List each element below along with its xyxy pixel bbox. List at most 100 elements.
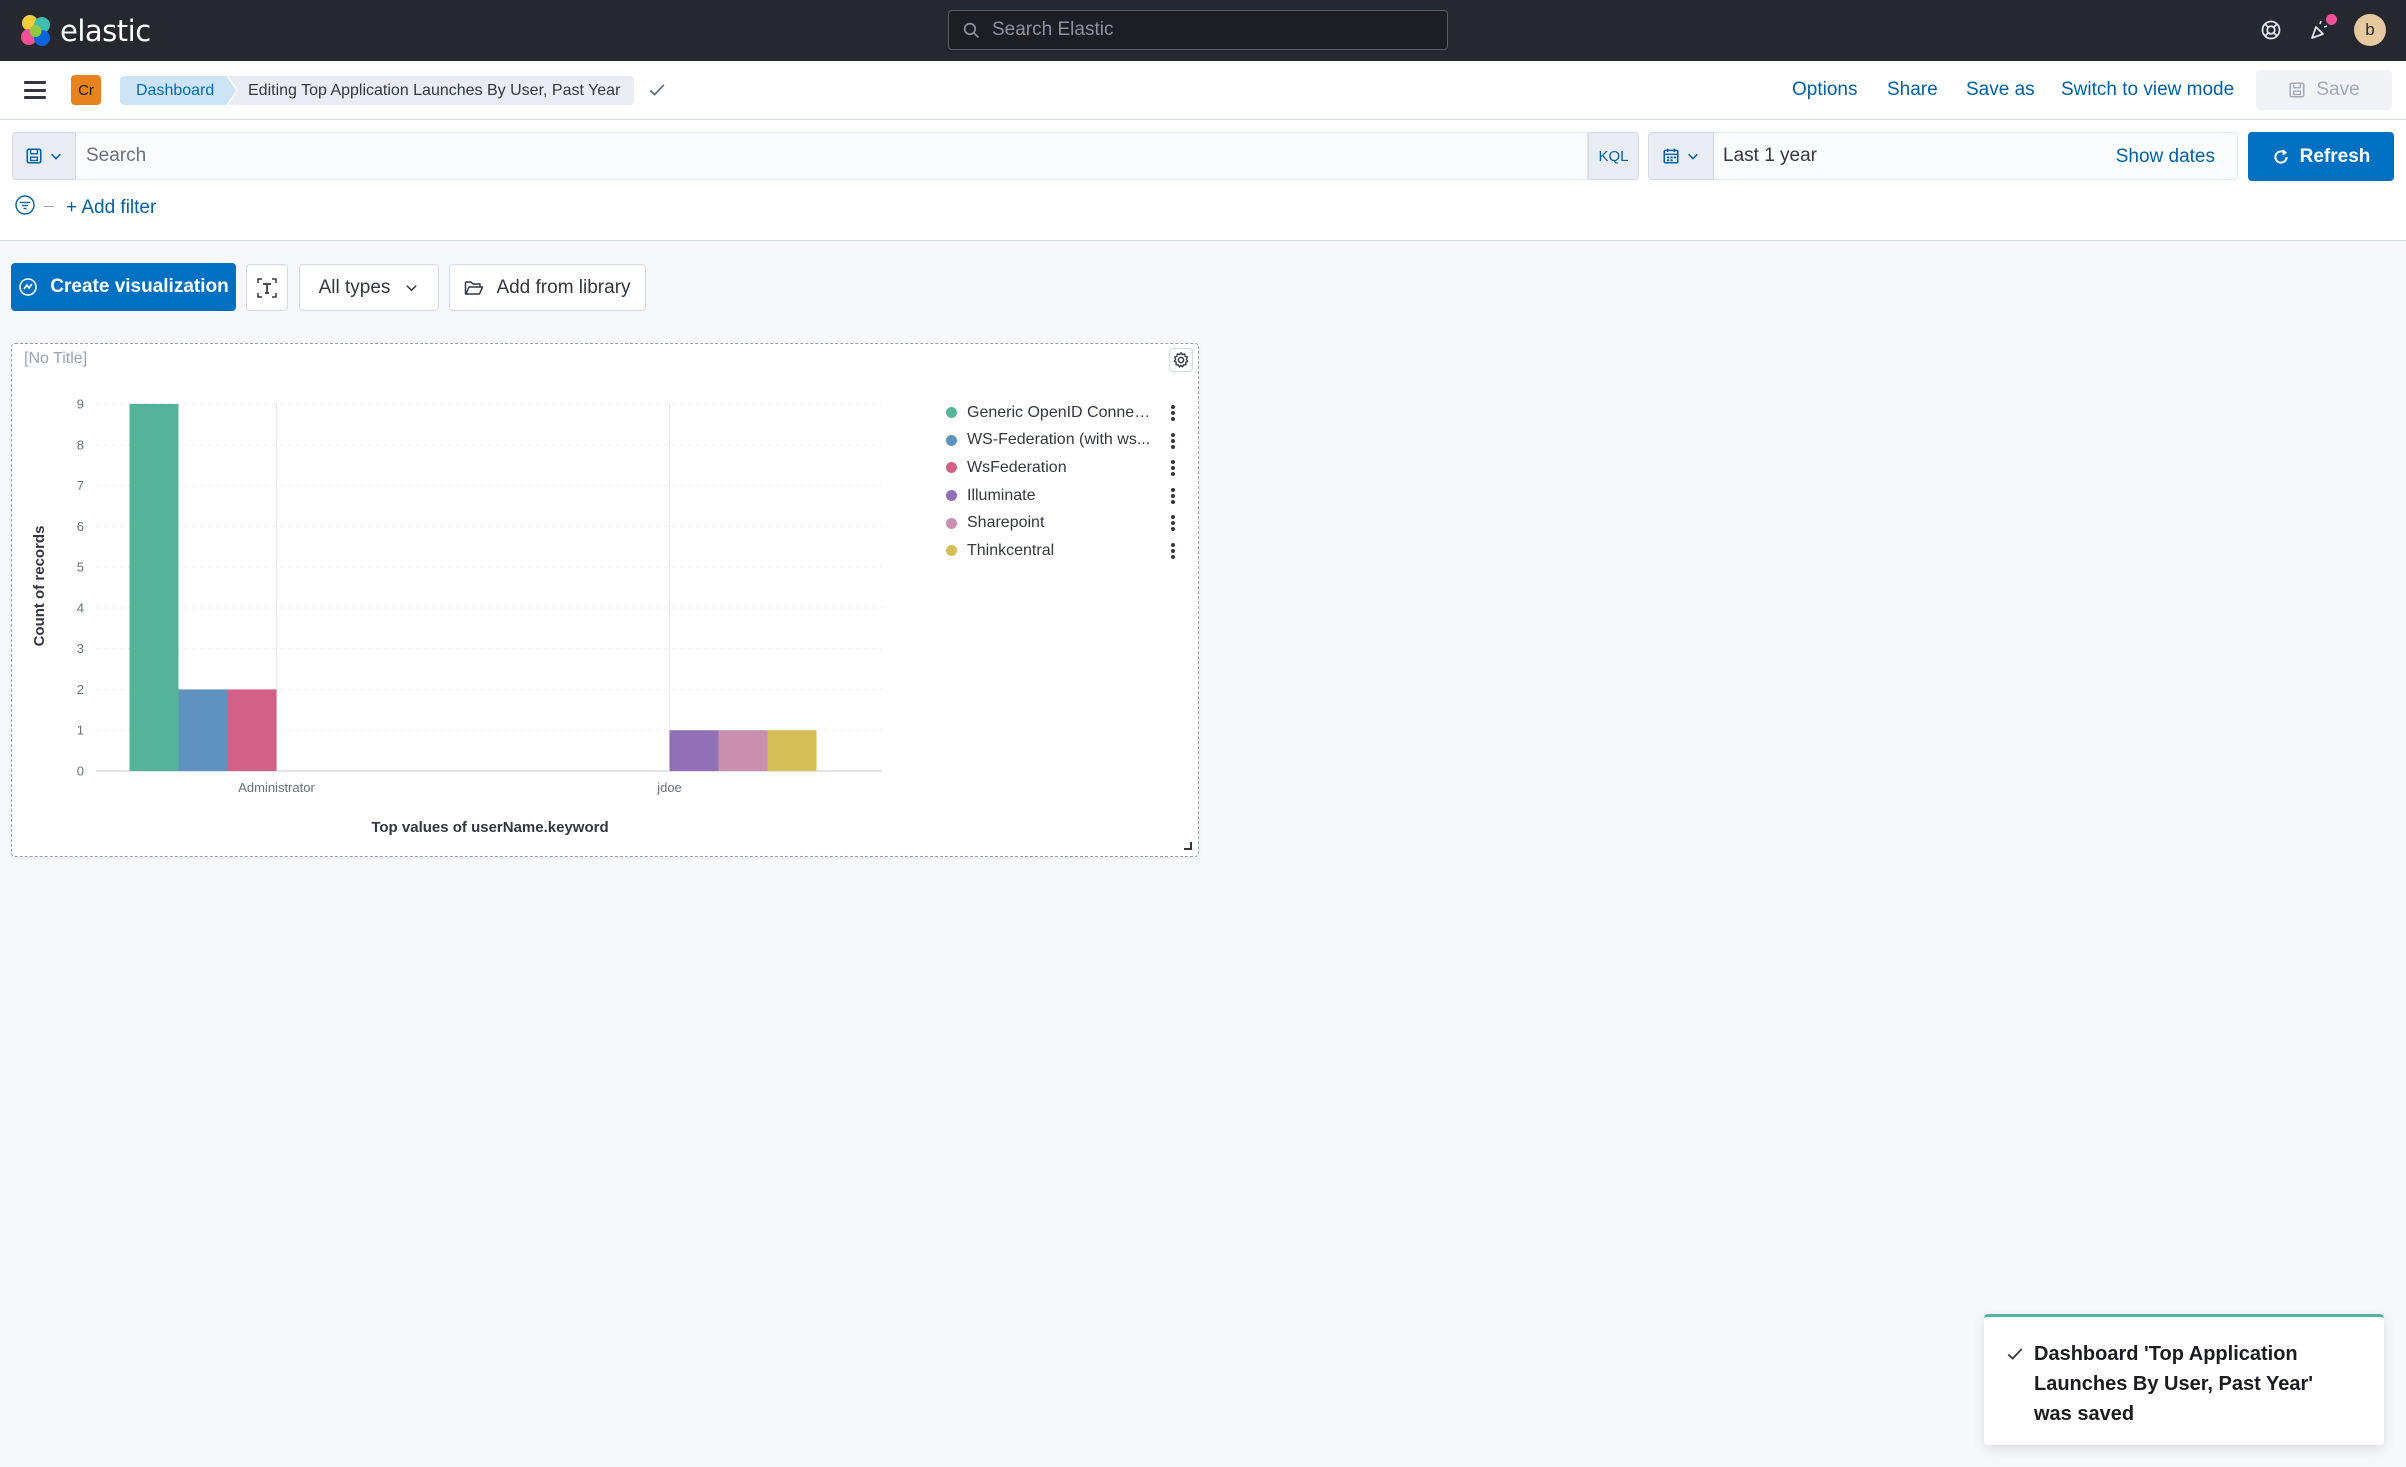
menu-toggle-icon[interactable] <box>24 81 46 99</box>
create-visualization-label: Create visualization <box>50 276 228 298</box>
quick-date-menu-button[interactable] <box>1648 132 1714 180</box>
legend-item-menu-icon[interactable] <box>1170 515 1176 531</box>
filter-icon[interactable] <box>14 194 36 216</box>
app-nav-bar: Cr Dashboard Editing Top Application Lau… <box>0 61 2406 120</box>
legend-item[interactable]: Thinkcentral <box>946 537 1186 565</box>
y-tick-label: 0 <box>77 764 84 779</box>
legend-label: WS-Federation (with ws... <box>967 431 1151 449</box>
chart-bar[interactable] <box>670 730 719 771</box>
legend-color-dot <box>946 435 957 446</box>
all-types-label: All types <box>319 277 391 299</box>
help-icon[interactable] <box>2256 15 2286 45</box>
panel-options-gear-icon[interactable] <box>1169 348 1193 372</box>
folder-open-icon <box>464 279 484 297</box>
legend-item-menu-icon[interactable] <box>1170 488 1176 504</box>
legend-label: Illuminate <box>967 487 1151 505</box>
visualize-app-icon <box>18 277 38 297</box>
refresh-button[interactable]: Refresh <box>2248 132 2394 181</box>
save-icon <box>2288 81 2306 99</box>
legend-item-menu-icon[interactable] <box>1170 543 1176 559</box>
time-range-label: Last 1 year <box>1723 145 1817 167</box>
query-search-input[interactable]: Search <box>76 132 1588 180</box>
switch-view-mode-link[interactable]: Switch to view mode <box>2061 79 2234 101</box>
refresh-icon <box>2272 148 2290 166</box>
legend-color-dot <box>946 518 957 529</box>
y-tick-label: 3 <box>77 641 84 656</box>
y-tick-label: 2 <box>77 682 84 697</box>
query-search-placeholder: Search <box>86 145 146 167</box>
space-avatar[interactable]: Cr <box>71 75 101 105</box>
save-as-link[interactable]: Save as <box>1966 79 2035 101</box>
global-search-placeholder: Search Elastic <box>992 19 1113 41</box>
legend-label: Thinkcentral <box>967 542 1151 560</box>
share-link[interactable]: Share <box>1887 79 1938 101</box>
legend-item[interactable]: WsFederation <box>946 454 1186 482</box>
y-tick-label: 6 <box>77 519 84 534</box>
y-tick-label: 8 <box>77 437 84 452</box>
legend-color-dot <box>946 462 957 473</box>
query-bar: Search KQL Last 1 year Show dates Refres… <box>0 120 2406 241</box>
panel-resize-handle[interactable] <box>1184 842 1192 850</box>
success-toast: Dashboard 'Top Application Launches By U… <box>1984 1314 2384 1445</box>
create-visualization-button[interactable]: Create visualization <box>11 263 236 311</box>
legend-item[interactable]: Illuminate <box>946 482 1186 510</box>
y-tick-label: 5 <box>77 560 84 575</box>
legend-label: Generic OpenID Connec... <box>967 404 1151 422</box>
chart-bar[interactable] <box>130 404 179 771</box>
query-language-button[interactable]: KQL <box>1588 132 1639 180</box>
legend-item-menu-icon[interactable] <box>1170 405 1176 421</box>
elastic-logo-icon[interactable] <box>18 13 54 49</box>
legend-label: Sharepoint <box>967 514 1151 532</box>
visualization-panel[interactable]: [No Title] 0123456789Administratorjdoe C… <box>11 343 1199 857</box>
toast-message: Dashboard 'Top Application Launches By U… <box>2034 1339 2354 1429</box>
save-button-label: Save <box>2316 79 2359 101</box>
add-filter-button[interactable]: + Add filter <box>66 197 156 219</box>
user-avatar[interactable]: b <box>2354 14 2386 46</box>
y-axis-title: Count of records <box>31 526 48 647</box>
logo-text: elastic <box>60 14 151 48</box>
legend-item[interactable]: Generic OpenID Connec... <box>946 399 1186 427</box>
check-icon <box>2006 1345 2024 1363</box>
show-dates-link[interactable]: Show dates <box>2116 146 2215 168</box>
options-link[interactable]: Options <box>1792 79 1857 101</box>
notification-dot <box>2326 14 2337 25</box>
chart-bar[interactable] <box>768 730 817 771</box>
chevron-down-icon <box>1686 149 1700 163</box>
legend-item-menu-icon[interactable] <box>1170 460 1176 476</box>
legend-color-dot <box>946 545 957 556</box>
add-from-library-label: Add from library <box>496 277 630 299</box>
y-tick-label: 4 <box>77 600 84 615</box>
save-button[interactable]: Save <box>2256 70 2392 110</box>
global-search-input[interactable]: Search Elastic <box>948 10 1448 50</box>
calendar-icon <box>1662 147 1680 165</box>
chart-bar[interactable] <box>228 689 277 771</box>
global-header: elastic Search Elastic b <box>0 0 2406 61</box>
legend-item-menu-icon[interactable] <box>1170 433 1176 449</box>
search-icon <box>963 22 980 39</box>
legend-item[interactable]: Sharepoint <box>946 509 1186 537</box>
chevron-down-icon <box>49 149 63 163</box>
x-axis-title: Top values of userName.keyword <box>371 819 608 836</box>
y-tick-label: 1 <box>77 723 84 738</box>
add-text-panel-button[interactable] <box>246 264 288 311</box>
refresh-button-label: Refresh <box>2300 146 2371 168</box>
chart-legend: Generic OpenID Connec... WS-Federation (w… <box>946 399 1186 565</box>
text-icon <box>256 277 278 299</box>
legend-color-dot <box>946 490 957 501</box>
all-types-dropdown[interactable]: All types <box>299 264 439 311</box>
breadcrumb-current: Editing Top Application Launches By User… <box>228 76 634 105</box>
add-from-library-button[interactable]: Add from library <box>449 264 646 311</box>
legend-item[interactable]: WS-Federation (with ws... <box>946 427 1186 455</box>
chart-bar[interactable] <box>179 689 228 771</box>
bar-chart: 0123456789Administratorjdoe Count of rec… <box>12 344 942 854</box>
chart-bar[interactable] <box>719 730 768 771</box>
legend-label: WsFederation <box>967 459 1151 477</box>
legend-color-dot <box>946 407 957 418</box>
x-tick-label: jdoe <box>656 780 682 795</box>
saved-query-menu-button[interactable] <box>12 132 76 180</box>
saved-query-icon <box>25 147 43 165</box>
date-range-display[interactable]: Last 1 year Show dates <box>1714 132 2238 180</box>
breadcrumb-dashboard[interactable]: Dashboard <box>120 76 236 105</box>
y-tick-label: 9 <box>77 397 84 412</box>
filter-divider <box>44 206 54 207</box>
